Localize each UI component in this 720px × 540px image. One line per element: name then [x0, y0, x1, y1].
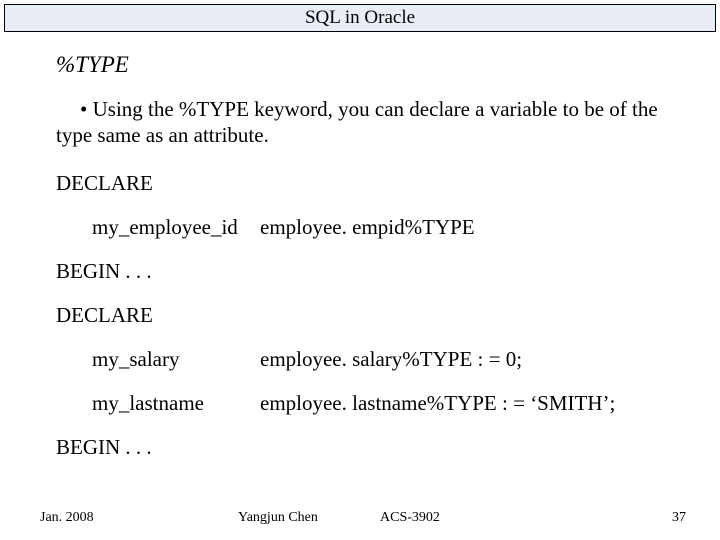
footer-course: ACS-3902: [380, 510, 440, 526]
bullet-body: Using the %TYPE keyword, you can declare…: [56, 97, 658, 147]
slide-title: SQL in Oracle: [305, 7, 415, 29]
code-type-1: employee. empid%TYPE: [260, 214, 696, 240]
section-heading: %TYPE: [56, 52, 696, 78]
code-declare-1: DECLARE: [56, 170, 696, 196]
code-var-1: my_employee_id: [92, 214, 260, 240]
code-begin-2: BEGIN . . .: [56, 434, 696, 460]
footer-page: 37: [672, 510, 686, 526]
code-row-1: my_employee_id employee. empid%TYPE: [92, 214, 696, 240]
code-row-3: my_lastname employee. lastname%TYPE : = …: [92, 390, 696, 416]
bullet-marker: •: [80, 97, 87, 121]
code-var-2: my_salary: [92, 346, 260, 372]
slide-footer: Jan. 2008 Yangjun Chen ACS-3902 37: [0, 506, 720, 526]
title-bar: SQL in Oracle: [4, 4, 716, 32]
slide-body: %TYPE • Using the %TYPE keyword, you can…: [56, 52, 696, 478]
code-var-3: my_lastname: [92, 390, 260, 416]
code-row-2: my_salary employee. salary%TYPE : = 0;: [92, 346, 696, 372]
bullet-text: • Using the %TYPE keyword, you can decla…: [56, 96, 696, 148]
footer-author: Yangjun Chen: [238, 510, 318, 526]
code-type-3: employee. lastname%TYPE : = ‘SMITH’;: [260, 390, 696, 416]
code-begin-1: BEGIN . . .: [56, 258, 696, 284]
code-type-2: employee. salary%TYPE : = 0;: [260, 346, 696, 372]
code-declare-2: DECLARE: [56, 302, 696, 328]
footer-date: Jan. 2008: [40, 510, 94, 526]
bullet-item: • Using the %TYPE keyword, you can decla…: [80, 96, 696, 148]
